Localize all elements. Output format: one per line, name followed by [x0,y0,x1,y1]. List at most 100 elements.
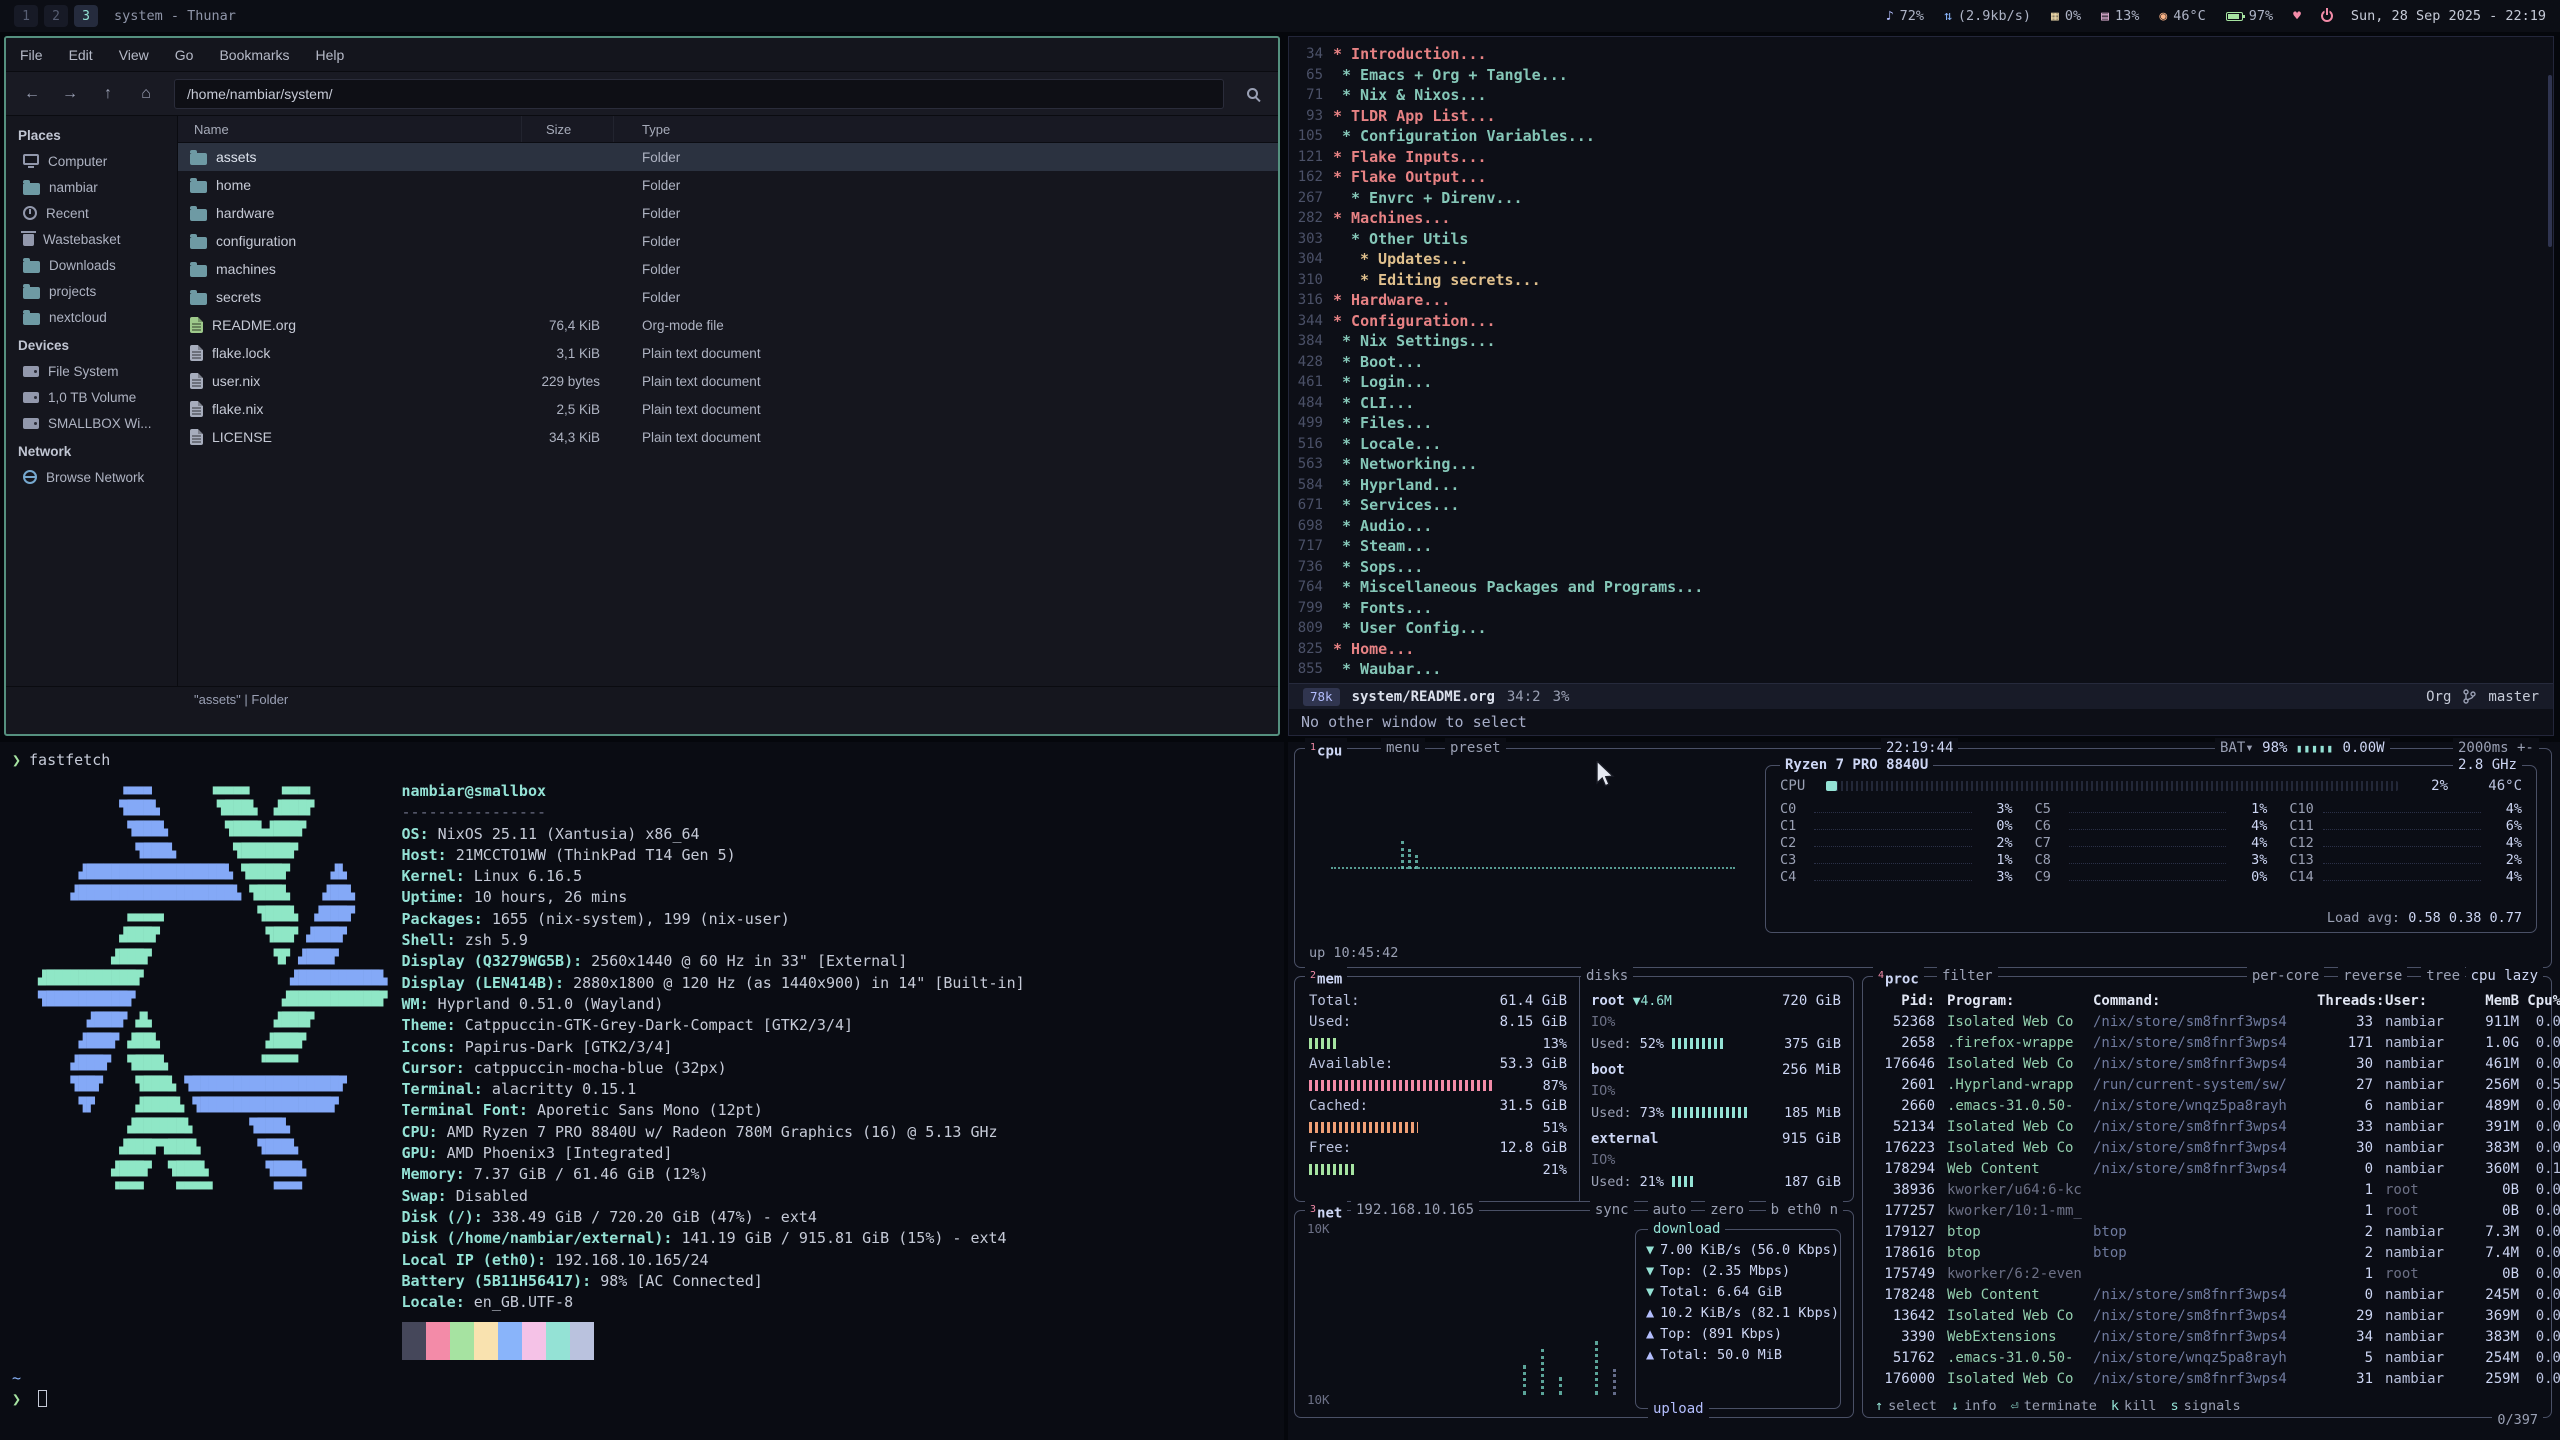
sidebar-item-downloads[interactable]: Downloads [6,252,177,278]
process-row[interactable]: 178248Web Content/nix/store/sm8fnrf3wps4… [1863,1285,2551,1306]
heart-module[interactable]: ♥ [2293,9,2301,24]
process-row[interactable]: 2658.firefox-wrappe/nix/store/sm8fnrf3wp… [1863,1033,2551,1054]
process-row[interactable]: 176646Isolated Web Co/nix/store/sm8fnrf3… [1863,1054,2551,1075]
org-heading-line[interactable]: 717* Steam... [1289,536,2553,557]
sidebar-item-browse-network[interactable]: Browse Network [6,464,177,490]
org-heading-line[interactable]: 809* User Config... [1289,618,2553,639]
file-row[interactable]: assetsFolder [178,143,1278,171]
emacs-scrollbar[interactable] [2548,75,2552,247]
proc-key-select[interactable]: ↑select [1875,1398,1937,1414]
network-module[interactable]: ⇅(2.9kb/s) [1944,8,2031,24]
proc-header-program[interactable]: Program: [1935,991,2093,1012]
menu-view[interactable]: View [119,47,149,63]
org-heading-line[interactable]: 310* Editing secrets... [1289,270,2553,291]
process-row[interactable]: 2601.Hyprland-wrapp/run/current-system/s… [1863,1075,2551,1096]
process-row[interactable]: 3390WebExtensions/nix/store/sm8fnrf3wps4… [1863,1327,2551,1348]
net-toggle-zero[interactable]: zero [1705,1200,1749,1220]
org-heading-line[interactable]: 698* Audio... [1289,516,2553,537]
org-heading-line[interactable]: 344* Configuration... [1289,311,2553,332]
file-row[interactable]: homeFolder [178,171,1278,199]
proc-key-terminate[interactable]: ⏎terminate [2011,1398,2097,1414]
org-heading-line[interactable]: 267* Envrc + Direnv... [1289,188,2553,209]
sidebar-item-nambiar[interactable]: nambiar [6,174,177,200]
org-heading-line[interactable]: 855* Waubar... [1289,659,2553,680]
process-row[interactable]: 2660.emacs-31.0.50-/nix/store/wnqz5pa8ra… [1863,1096,2551,1117]
menu-edit[interactable]: Edit [69,47,93,63]
proc-header-cpu%[interactable]: Cpu% [2519,991,2560,1012]
org-heading-line[interactable]: 303* Other Utils [1289,229,2553,250]
sidebar-item-file-system[interactable]: File System [6,358,177,384]
org-heading-line[interactable]: 764* Miscellaneous Packages and Programs… [1289,577,2553,598]
process-row[interactable]: 52134Isolated Web Co/nix/store/sm8fnrf3w… [1863,1117,2551,1138]
proc-key-kill[interactable]: kkill [2111,1398,2157,1414]
org-heading-line[interactable]: 121* Flake Inputs... [1289,147,2553,168]
home-button[interactable]: ⌂ [130,79,162,109]
menu-help[interactable]: Help [316,47,345,63]
clock[interactable]: Sun, 28 Sep 2025 - 22:19 [2351,8,2546,24]
menu-go[interactable]: Go [175,47,194,63]
org-heading-line[interactable]: 516* Locale... [1289,434,2553,455]
org-heading-line[interactable]: 65* Emacs + Org + Tangle... [1289,65,2553,86]
proc-header-pid[interactable]: Pid: [1871,991,1935,1012]
path-input[interactable]: /home/nambiar/system/ [174,79,1224,109]
proc-key-signals[interactable]: ssignals [2171,1398,2241,1414]
net-interface[interactable]: b eth0 n [1766,1200,1843,1220]
org-heading-line[interactable]: 799* Fonts... [1289,598,2553,619]
proc-header-memb[interactable]: MemB [2457,991,2519,1012]
proc-option-tree[interactable]: tree [2421,966,2465,986]
org-heading-line[interactable]: 105* Configuration Variables... [1289,126,2553,147]
preset-button[interactable]: preset [1445,738,1506,758]
menu-file[interactable]: File [20,47,43,63]
sidebar-item-recent[interactable]: Recent [6,200,177,226]
process-row[interactable]: 176223Isolated Web Co/nix/store/sm8fnrf3… [1863,1138,2551,1159]
file-row[interactable]: machinesFolder [178,255,1278,283]
org-heading-line[interactable]: 671* Services... [1289,495,2553,516]
column-header-size[interactable]: Size [522,116,614,142]
sort-column[interactable]: cpu lazy [2466,966,2543,986]
sidebar-item-smallbox-wi-[interactable]: SMALLBOX Wi... [6,410,177,436]
file-row[interactable]: secretsFolder [178,283,1278,311]
sidebar-item-computer[interactable]: Computer [6,148,177,174]
proc-option-per-core[interactable]: per-core [2247,966,2324,986]
workspace-button-1[interactable]: 1 [14,5,38,27]
file-row[interactable]: hardwareFolder [178,199,1278,227]
proc-header-threads[interactable]: Threads: [2317,991,2373,1012]
org-heading-line[interactable]: 316* Hardware... [1289,290,2553,311]
up-button[interactable]: ↑ [92,79,124,109]
file-row[interactable]: README.org76,4 KiBOrg-mode file [178,311,1278,339]
search-button[interactable] [1236,79,1268,109]
process-row[interactable]: 51762.emacs-31.0.50-/nix/store/wnqz5pa8r… [1863,1348,2551,1369]
back-button[interactable]: ← [16,79,48,109]
disks-title[interactable]: disks [1581,966,1633,986]
volume-module[interactable]: ♪72% [1886,8,1924,24]
filter-button[interactable]: filter [1937,966,1998,986]
org-heading-line[interactable]: 428* Boot... [1289,352,2553,373]
process-row[interactable]: 176000Isolated Web Co/nix/store/sm8fnrf3… [1863,1369,2551,1390]
file-row[interactable]: flake.nix2,5 KiBPlain text document [178,395,1278,423]
org-heading-line[interactable]: 384* Nix Settings... [1289,331,2553,352]
process-row[interactable]: 179127btopbtop2nambiar7.3M0.0 [1863,1222,2551,1243]
org-heading-line[interactable]: 34* Introduction... [1289,44,2553,65]
proc-header-command[interactable]: Command: [2093,991,2317,1012]
org-heading-line[interactable]: 484* CLI... [1289,393,2553,414]
workspace-button-3[interactable]: 3 [74,5,98,27]
proc-header-user[interactable]: User: [2373,991,2457,1012]
forward-button[interactable]: → [54,79,86,109]
column-header-type[interactable]: Type [614,122,1278,137]
terminal-cursor[interactable] [38,1390,47,1407]
process-row[interactable]: 13642Isolated Web Co/nix/store/sm8fnrf3w… [1863,1306,2551,1327]
org-heading-line[interactable]: 71* Nix & Nixos... [1289,85,2553,106]
org-heading-line[interactable]: 584* Hyprland... [1289,475,2553,496]
sidebar-item-1-0-tb-volume[interactable]: 1,0 TB Volume [6,384,177,410]
power-module[interactable] [2321,10,2333,22]
org-heading-line[interactable]: 825* Home... [1289,639,2553,660]
sidebar-item-projects[interactable]: projects [6,278,177,304]
cpu-module[interactable]: ▦0% [2051,8,2081,24]
process-row[interactable]: 175749kworker/6:2-even1root0B0.0 [1863,1264,2551,1285]
temperature-module[interactable]: ◉46°C [2159,8,2205,24]
net-toggle-auto[interactable]: auto [1648,1200,1692,1220]
process-row[interactable]: 177257kworker/10:1-mm_1root0B0.0 [1863,1201,2551,1222]
file-row[interactable]: LICENSE34,3 KiBPlain text document [178,423,1278,451]
process-row[interactable]: 178616btopbtop2nambiar7.4M0.0 [1863,1243,2551,1264]
sidebar-item-wastebasket[interactable]: Wastebasket [6,226,177,252]
